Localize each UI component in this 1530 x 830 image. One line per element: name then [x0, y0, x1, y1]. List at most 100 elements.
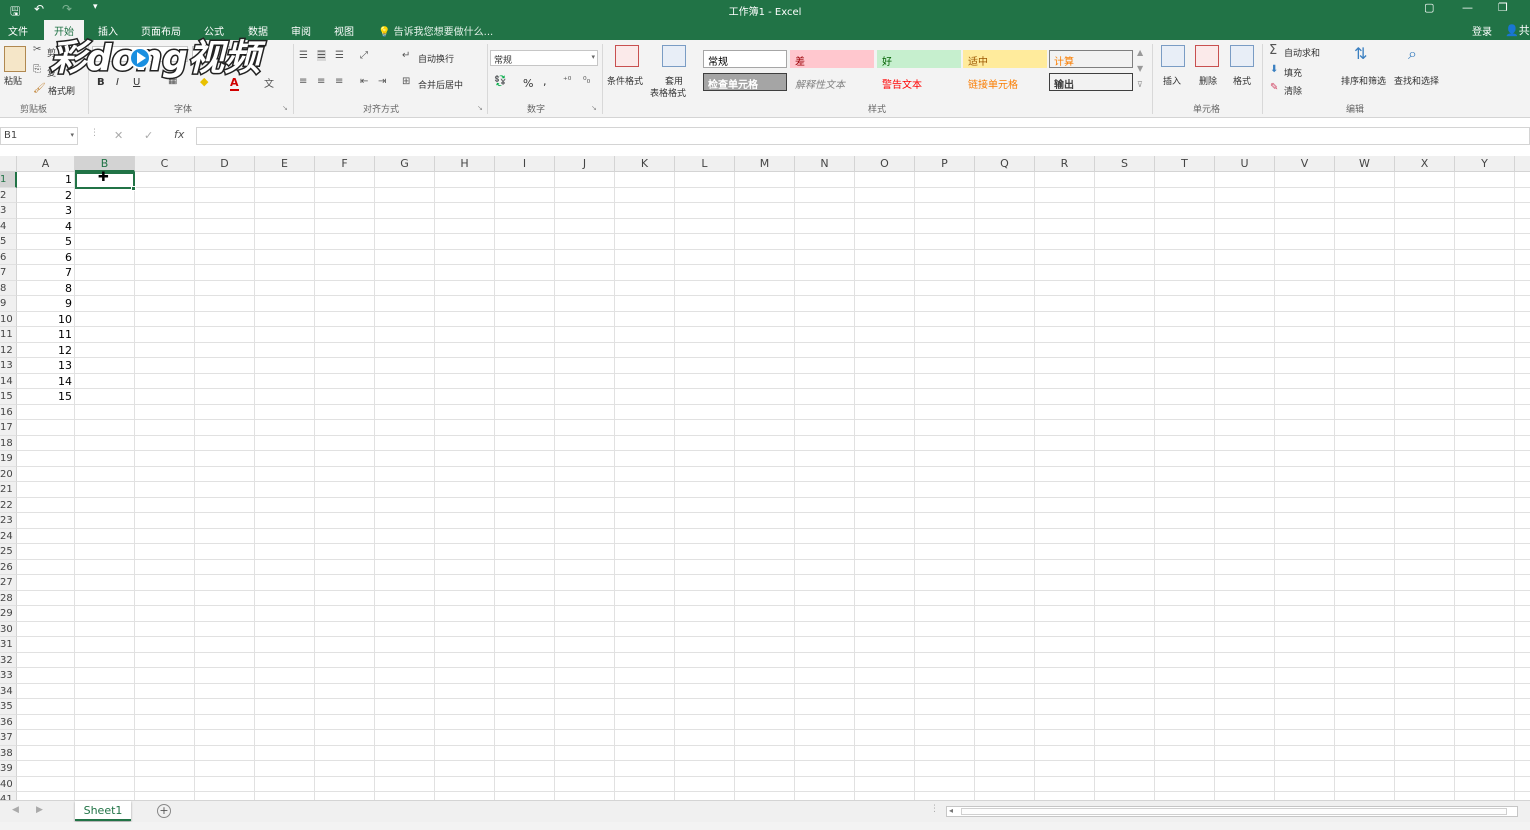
row-header[interactable]: 21 [0, 482, 17, 498]
find-select-label[interactable]: 查找和选择 [1394, 74, 1439, 87]
cell-value[interactable]: 9 [17, 296, 74, 311]
row-header[interactable]: 37 [0, 730, 17, 746]
format-painter-icon[interactable]: 🖌 [33, 83, 46, 94]
column-header[interactable]: G [375, 156, 435, 172]
insert-cells-icon[interactable] [1161, 45, 1185, 67]
cancel-entry-button[interactable]: ✕ [114, 129, 123, 142]
row-header[interactable]: 24 [0, 528, 17, 544]
row-header[interactable]: 41 [0, 792, 17, 800]
row-header[interactable]: 26 [0, 559, 17, 575]
align-center-icon[interactable]: ≡ [317, 76, 325, 87]
paste-icon[interactable] [4, 46, 26, 72]
style-bad[interactable]: 差 [790, 50, 874, 68]
row-header[interactable]: 30 [0, 621, 17, 637]
minimize-icon[interactable]: — [1462, 1, 1473, 14]
column-header[interactable]: D [195, 156, 255, 172]
row-header[interactable]: 32 [0, 652, 17, 668]
row-header[interactable]: 36 [0, 714, 17, 730]
align-right-icon[interactable]: ≡ [335, 76, 343, 87]
align-middle-icon[interactable]: ☰ [317, 50, 326, 61]
row-header[interactable]: 33 [0, 668, 17, 684]
column-header[interactable]: Y [1455, 156, 1515, 172]
comma-button[interactable]: , [543, 75, 547, 88]
row-header[interactable]: 6 [0, 249, 17, 265]
scroll-left-icon[interactable]: ◂ [949, 806, 953, 815]
cell-value[interactable]: 6 [17, 250, 74, 265]
delete-cells-icon[interactable] [1195, 45, 1219, 67]
row-header[interactable]: 9 [0, 296, 17, 312]
restore-icon[interactable]: ❐ [1498, 1, 1508, 14]
align-left-icon[interactable]: ≡ [299, 76, 307, 87]
column-header[interactable]: E [255, 156, 315, 172]
format-cells-icon[interactable] [1230, 45, 1254, 67]
cell-value[interactable]: 5 [17, 234, 74, 249]
column-header[interactable]: M [735, 156, 795, 172]
row-header[interactable]: 34 [0, 683, 17, 699]
cell-value[interactable]: 8 [17, 281, 74, 296]
row-header[interactable]: 13 [0, 358, 17, 374]
column-header[interactable]: L [675, 156, 735, 172]
sort-filter-label[interactable]: 排序和筛选 [1341, 74, 1386, 87]
row-header[interactable]: 23 [0, 513, 17, 529]
column-header[interactable]: F [315, 156, 375, 172]
ribbon-options-icon[interactable]: ▢ [1424, 1, 1434, 14]
column-header[interactable]: T [1155, 156, 1215, 172]
style-normal[interactable]: 常规 [703, 50, 787, 68]
row-header[interactable]: 15 [0, 389, 17, 405]
enter-entry-button[interactable]: ✓ [144, 129, 153, 142]
style-warning[interactable]: 警告文本 [877, 73, 961, 91]
cell-value[interactable]: 15 [17, 389, 74, 404]
column-header[interactable]: A [17, 156, 75, 172]
cell-value[interactable]: 3 [17, 203, 74, 218]
merge-icon[interactable]: ⊞ [402, 76, 410, 87]
style-output[interactable]: 输出 [1049, 73, 1133, 91]
row-header[interactable]: 4 [0, 218, 17, 234]
row-header[interactable]: 17 [0, 420, 17, 436]
column-header[interactable]: N [795, 156, 855, 172]
column-header[interactable]: Q [975, 156, 1035, 172]
column-header[interactable]: P [915, 156, 975, 172]
add-sheet-button[interactable]: + [157, 804, 171, 818]
align-bottom-icon[interactable]: ☰ [335, 50, 344, 61]
row-header[interactable]: 28 [0, 590, 17, 606]
percent-button[interactable]: % [523, 77, 533, 90]
style-neutral[interactable]: 适中 [963, 50, 1047, 68]
styles-scroll-down-icon[interactable]: ▼ [1137, 64, 1143, 73]
row-header[interactable]: 20 [0, 466, 17, 482]
orientation-icon[interactable]: ⤢ [360, 50, 368, 61]
column-header[interactable]: Z [1515, 156, 1530, 172]
row-header[interactable]: 29 [0, 606, 17, 622]
scrollbar-thumb[interactable] [961, 808, 1507, 815]
delete-label[interactable]: 删除 [1199, 74, 1217, 87]
sheet-tab-sheet1[interactable]: Sheet1 [75, 801, 131, 821]
format-as-table-label-2[interactable]: 表格格式 [650, 86, 686, 99]
merge-center-label[interactable]: 合并后居中 [418, 78, 463, 91]
row-header[interactable]: 25 [0, 544, 17, 560]
cell-value[interactable]: 7 [17, 265, 74, 280]
column-header[interactable]: X [1395, 156, 1455, 172]
cell-value[interactable]: 14 [17, 374, 74, 389]
column-header[interactable]: W [1335, 156, 1395, 172]
row-header[interactable]: 38 [0, 745, 17, 761]
fill-label[interactable]: 填充 [1284, 66, 1302, 79]
row-header[interactable]: 2 [0, 187, 17, 203]
tab-view[interactable]: 视图 [334, 23, 354, 38]
row-header[interactable]: 11 [0, 327, 17, 343]
font-dialog-icon[interactable]: ↘ [282, 104, 288, 112]
tell-me-search[interactable]: 💡 告诉我您想要做什么... [378, 23, 493, 38]
style-linked-cell[interactable]: 链接单元格 [963, 73, 1047, 91]
column-header[interactable]: V [1275, 156, 1335, 172]
column-header[interactable]: C [135, 156, 195, 172]
align-top-icon[interactable]: ☰ [299, 50, 308, 61]
row-header[interactable]: 7 [0, 265, 17, 281]
decrease-decimal-icon[interactable]: ⁰₀ [583, 76, 590, 86]
tab-file[interactable]: 文件 [8, 23, 28, 38]
alignment-dialog-icon[interactable]: ↘ [477, 104, 483, 112]
conditional-format-icon[interactable] [615, 45, 639, 67]
currency-icon[interactable]: 💱 [494, 76, 506, 87]
row-header[interactable]: 14 [0, 373, 17, 389]
conditional-format-label[interactable]: 条件格式 [607, 74, 643, 87]
number-format-select[interactable]: 常规 ▾ [490, 50, 598, 66]
column-header[interactable]: O [855, 156, 915, 172]
row-header[interactable]: 39 [0, 761, 17, 777]
